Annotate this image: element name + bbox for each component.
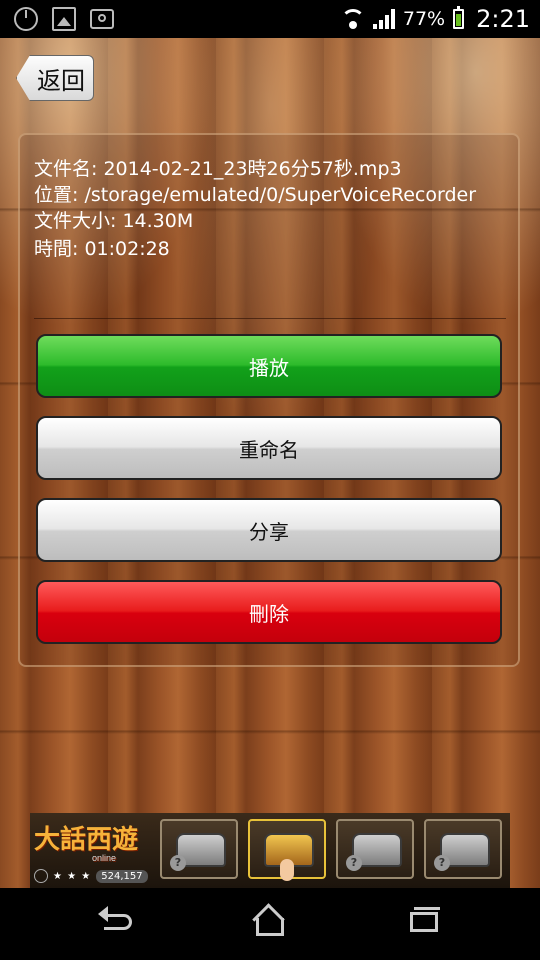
clock: 2:21 — [476, 5, 530, 33]
wifi-icon — [340, 9, 365, 29]
treasure-chest-icon[interactable]: ? — [336, 819, 414, 879]
nav-home-icon[interactable] — [250, 902, 290, 942]
play-button[interactable]: 播放 — [36, 334, 502, 398]
ad-rating: ★ ★ ★ 524,157 — [34, 869, 148, 883]
status-bar: 77% 2:21 — [0, 0, 540, 38]
divider — [34, 318, 506, 319]
treasure-chest-icon[interactable] — [248, 819, 326, 881]
ad-rating-count: 524,157 — [96, 869, 148, 883]
ad-logo: 大話西遊 online — [34, 819, 154, 865]
share-button[interactable]: 分享 — [36, 498, 502, 562]
rename-button[interactable]: 重命名 — [36, 416, 502, 480]
treasure-chest-icon[interactable]: ? — [160, 819, 238, 879]
file-name: 文件名: 2014-02-21_23時26分57秒.mp3 — [34, 158, 402, 180]
ad-title: 大話西遊 — [34, 825, 139, 855]
battery-icon — [453, 6, 465, 29]
delete-button[interactable]: 刪除 — [36, 580, 502, 644]
ad-banner[interactable]: 大話西遊 online ★ ★ ★ 524,157 ? ? ? — [30, 813, 510, 888]
file-duration: 時間: 01:02:28 — [34, 238, 170, 260]
file-size: 文件大小: 14.30M — [34, 210, 194, 232]
signal-icon — [372, 9, 395, 29]
battery-percent: 77% — [402, 8, 446, 30]
nav-recent-apps-icon[interactable] — [402, 902, 442, 942]
power-icon — [14, 7, 38, 31]
camera-icon — [90, 9, 114, 29]
treasure-chest-icon[interactable]: ? — [424, 819, 502, 879]
gallery-icon — [52, 7, 76, 31]
file-location: 位置: /storage/emulated/0/SuperVoiceRecord… — [34, 184, 477, 206]
back-button[interactable]: 返回 — [16, 55, 94, 101]
back-button-label: 返回 — [37, 66, 85, 95]
finger-icon — [280, 859, 294, 881]
info-icon[interactable] — [34, 869, 48, 883]
file-info: 文件名: 2014-02-21_23時26分57秒.mp3 位置: /stora… — [34, 156, 476, 262]
ad-stars: ★ ★ ★ — [53, 870, 92, 882]
nav-back-icon[interactable] — [98, 902, 138, 942]
navigation-bar — [0, 888, 540, 960]
ad-subtitle: online — [92, 853, 117, 863]
